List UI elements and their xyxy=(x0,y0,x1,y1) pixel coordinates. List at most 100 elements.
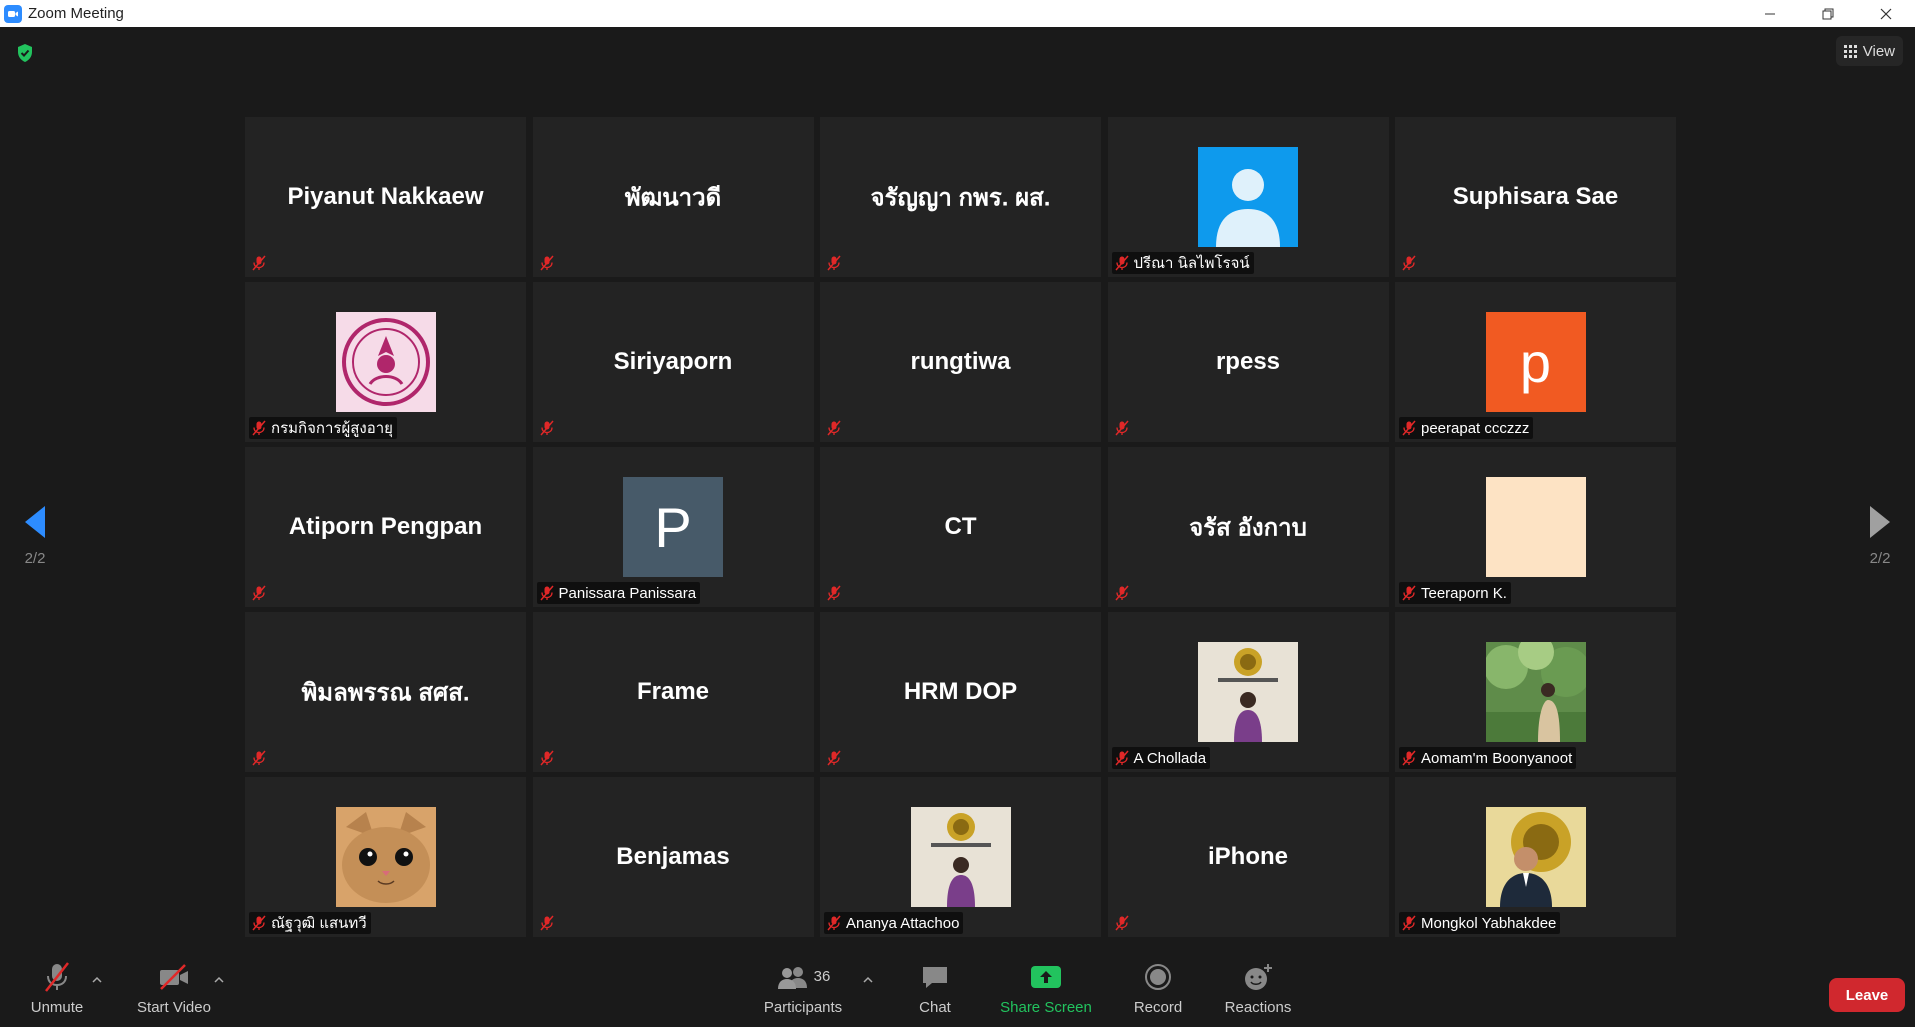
caret-left-icon xyxy=(25,505,45,538)
participant-name-label: peerapat ccczzz xyxy=(1421,419,1530,437)
participant-tile[interactable]: จรัส อังกาบ xyxy=(1107,447,1389,607)
participant-tile[interactable]: พิมลพรรณ สศส. xyxy=(245,612,526,772)
mic-off-icon xyxy=(539,585,555,601)
participant-name-label: Teeraporn K. xyxy=(1421,584,1507,602)
next-page-button[interactable]: 2/2 xyxy=(1845,475,1915,595)
participant-tile[interactable]: p peerapat ccczzz xyxy=(1395,282,1676,442)
participant-tile[interactable]: Frame xyxy=(532,612,814,772)
minimize-button[interactable] xyxy=(1741,0,1799,27)
participant-tile[interactable]: ปรีณา นิลไพโรจน์ xyxy=(1107,117,1389,277)
participant-tile[interactable]: จรัญญา กพร. ผส. xyxy=(820,117,1101,277)
chat-icon xyxy=(923,966,947,988)
reactions-button[interactable]: Reactions xyxy=(1223,947,1293,1027)
participants-label: Participants xyxy=(763,998,843,1016)
participant-tile[interactable]: Piyanut Nakkaew xyxy=(245,117,526,277)
mic-off-icon xyxy=(1401,915,1417,931)
title-bar: Zoom Meeting xyxy=(0,0,1915,27)
participant-tile[interactable]: พัฒนาวดี xyxy=(532,117,814,277)
participant-name-label: ณัฐวุฒิ แสนทวี xyxy=(271,915,367,932)
reactions-label: Reactions xyxy=(1224,998,1292,1016)
mic-off-icon xyxy=(1401,750,1417,766)
restore-button[interactable] xyxy=(1799,0,1857,27)
participant-tile[interactable]: Aomam'm Boonyanoot xyxy=(1395,612,1676,772)
participants-count: 36 xyxy=(813,968,831,985)
participant-tile[interactable]: Mongkol Yabhakdee xyxy=(1395,777,1676,937)
participants-button[interactable]: 36 Participants xyxy=(760,947,846,1027)
participant-tile[interactable]: Teeraporn K. xyxy=(1395,447,1676,607)
participant-tile[interactable]: Siriyaporn xyxy=(532,282,814,442)
avatar-letter: p xyxy=(1519,330,1552,394)
participant-label xyxy=(537,747,559,769)
participant-tile[interactable]: CT xyxy=(820,447,1101,607)
video-off-icon xyxy=(160,963,188,990)
record-label: Record xyxy=(1133,998,1183,1016)
mic-off-icon xyxy=(826,915,842,931)
participant-label xyxy=(1112,417,1134,439)
participant-display-name: HRM DOP xyxy=(903,678,1018,705)
share-screen-label: Share Screen xyxy=(1000,998,1092,1016)
participant-label: ณัฐวุฒิ แสนทวี xyxy=(249,912,371,934)
avatar-letter: P xyxy=(654,495,692,559)
participant-tile[interactable]: Atiporn Pengpan xyxy=(245,447,526,607)
participant-tile[interactable]: rpess xyxy=(1107,282,1389,442)
previous-page-button[interactable]: 2/2 xyxy=(0,475,70,595)
participant-tile[interactable]: Benjamas xyxy=(532,777,814,937)
video-options-chevron-icon[interactable] xyxy=(212,975,226,985)
participant-tile[interactable]: HRM DOP xyxy=(820,612,1101,772)
participant-display-name: Siriyaporn xyxy=(613,348,733,375)
leave-button[interactable]: Leave xyxy=(1829,978,1905,1012)
unmute-button[interactable]: Unmute xyxy=(25,947,89,1027)
shield-check-icon[interactable] xyxy=(14,42,36,64)
share-screen-icon xyxy=(1031,965,1061,988)
participant-label: Aomam'm Boonyanoot xyxy=(1399,747,1577,769)
close-button[interactable] xyxy=(1857,0,1915,27)
participant-tile[interactable]: iPhone xyxy=(1107,777,1389,937)
audio-options-chevron-icon[interactable] xyxy=(90,975,104,985)
share-screen-button[interactable]: Share Screen xyxy=(998,947,1094,1027)
participant-tile[interactable]: A Chollada xyxy=(1107,612,1389,772)
participants-icon xyxy=(777,966,807,989)
participant-label xyxy=(824,582,846,604)
view-button[interactable]: View xyxy=(1835,36,1903,66)
chat-button[interactable]: Chat xyxy=(912,947,958,1027)
participant-label: Panissara Panissara xyxy=(536,582,701,604)
participant-label xyxy=(537,417,559,439)
participant-label xyxy=(249,582,271,604)
participants-options-chevron-icon[interactable] xyxy=(861,975,875,985)
grid-icon xyxy=(1843,44,1857,58)
participant-display-name: rungtiwa xyxy=(910,348,1011,375)
mic-off-icon xyxy=(539,255,555,271)
participant-display-name: iPhone xyxy=(1207,843,1288,870)
office-photo-avatar xyxy=(910,807,1011,907)
window-title: Zoom Meeting xyxy=(28,5,124,22)
participant-label xyxy=(824,417,846,439)
mic-off-icon xyxy=(251,420,267,436)
mic-off-icon xyxy=(1114,750,1130,766)
participant-display-name: จรัญญา กพร. ผส. xyxy=(870,184,1051,212)
participant-display-name: พิมลพรรณ สศส. xyxy=(301,679,470,707)
solid-avatar xyxy=(1485,477,1586,577)
participant-tile[interactable]: Ananya Attachoo xyxy=(820,777,1101,937)
participant-tile[interactable]: กรมกิจการผู้สูงอายุ xyxy=(245,282,526,442)
participant-tile[interactable]: rungtiwa xyxy=(820,282,1101,442)
meeting-toolbar: Unmute Start Video 36 Participants Chat … xyxy=(0,947,1915,1027)
page-indicator-right: 2/2 xyxy=(1869,549,1891,567)
record-button[interactable]: Record xyxy=(1131,947,1185,1027)
participant-display-name: Atiporn Pengpan xyxy=(288,513,483,540)
participant-display-name: พัฒนาวดี xyxy=(624,184,722,212)
participant-label: กรมกิจการผู้สูงอายุ xyxy=(249,417,397,439)
participant-label xyxy=(249,747,271,769)
participant-name-label: Aomam'm Boonyanoot xyxy=(1421,749,1573,767)
participant-tile[interactable]: Suphisara Sae xyxy=(1395,117,1676,277)
participant-label: A Chollada xyxy=(1111,747,1211,769)
start-video-button[interactable]: Start Video xyxy=(134,947,214,1027)
mic-off-icon xyxy=(1114,915,1130,931)
office-photo-avatar xyxy=(1198,642,1298,742)
cat-photo-avatar xyxy=(335,807,436,907)
participant-tile[interactable]: P Panissara Panissara xyxy=(532,447,814,607)
participant-tile[interactable]: ณัฐวุฒิ แสนทวี xyxy=(245,777,526,937)
mic-off-icon xyxy=(826,420,842,436)
mic-off-icon xyxy=(1401,420,1417,436)
participant-name-label: Panissara Panissara xyxy=(558,584,697,602)
mic-off-icon xyxy=(1401,255,1417,271)
